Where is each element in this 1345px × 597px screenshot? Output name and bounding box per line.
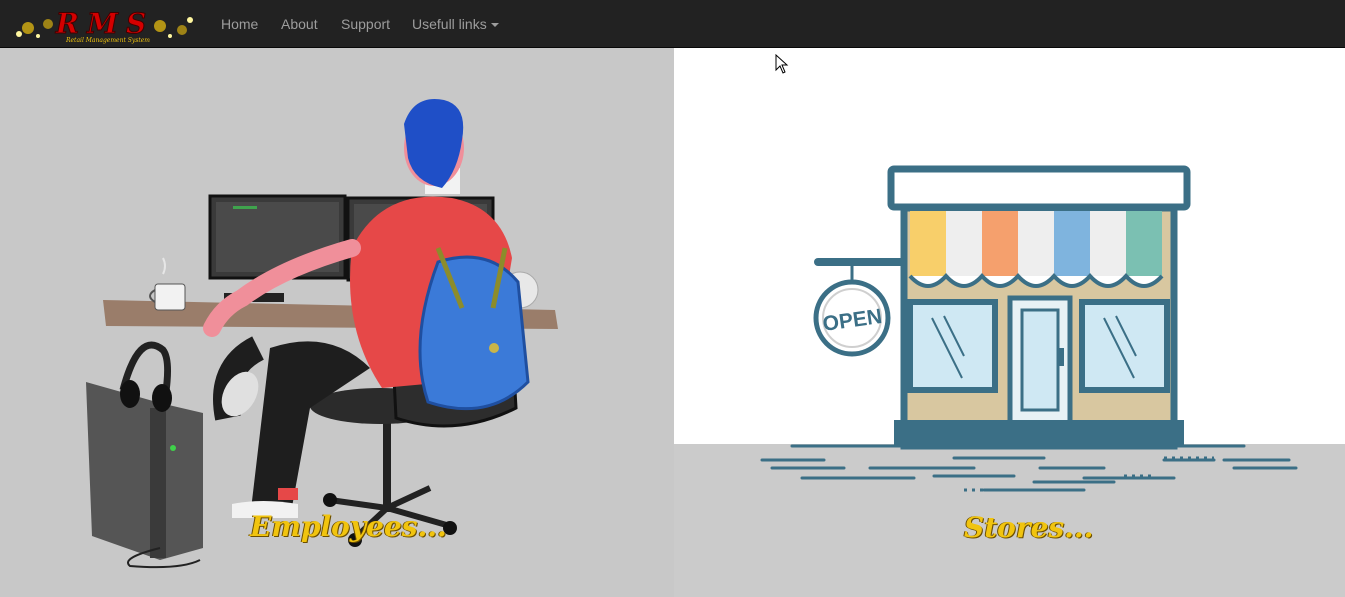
employees-caption: Employees... bbox=[250, 510, 447, 543]
employees-panel[interactable]: Employees... bbox=[0, 48, 674, 597]
brand-logo[interactable]: RMS Retail Management System bbox=[10, 6, 200, 44]
stores-panel[interactable]: OPEN Stores... bbox=[674, 48, 1345, 597]
nav-usefull-links-dropdown[interactable]: Usefull links bbox=[412, 0, 499, 48]
logo-text: RMS bbox=[55, 7, 154, 40]
nav-about-link[interactable]: About bbox=[281, 0, 318, 48]
usefull-links-label: Usefull links bbox=[412, 16, 487, 32]
caret-down-icon bbox=[490, 23, 499, 28]
rms-logo-icon: RMS Retail Management System bbox=[16, 7, 193, 44]
mouse-cursor-icon bbox=[775, 54, 789, 74]
nav-support-link[interactable]: Support bbox=[341, 0, 390, 48]
stores-caption: Stores... bbox=[964, 511, 1094, 544]
top-navbar: RMS Retail Management System Home About … bbox=[0, 0, 1345, 48]
nav-home-link[interactable]: Home bbox=[221, 0, 258, 48]
logo-tagline: Retail Management System bbox=[65, 37, 150, 44]
